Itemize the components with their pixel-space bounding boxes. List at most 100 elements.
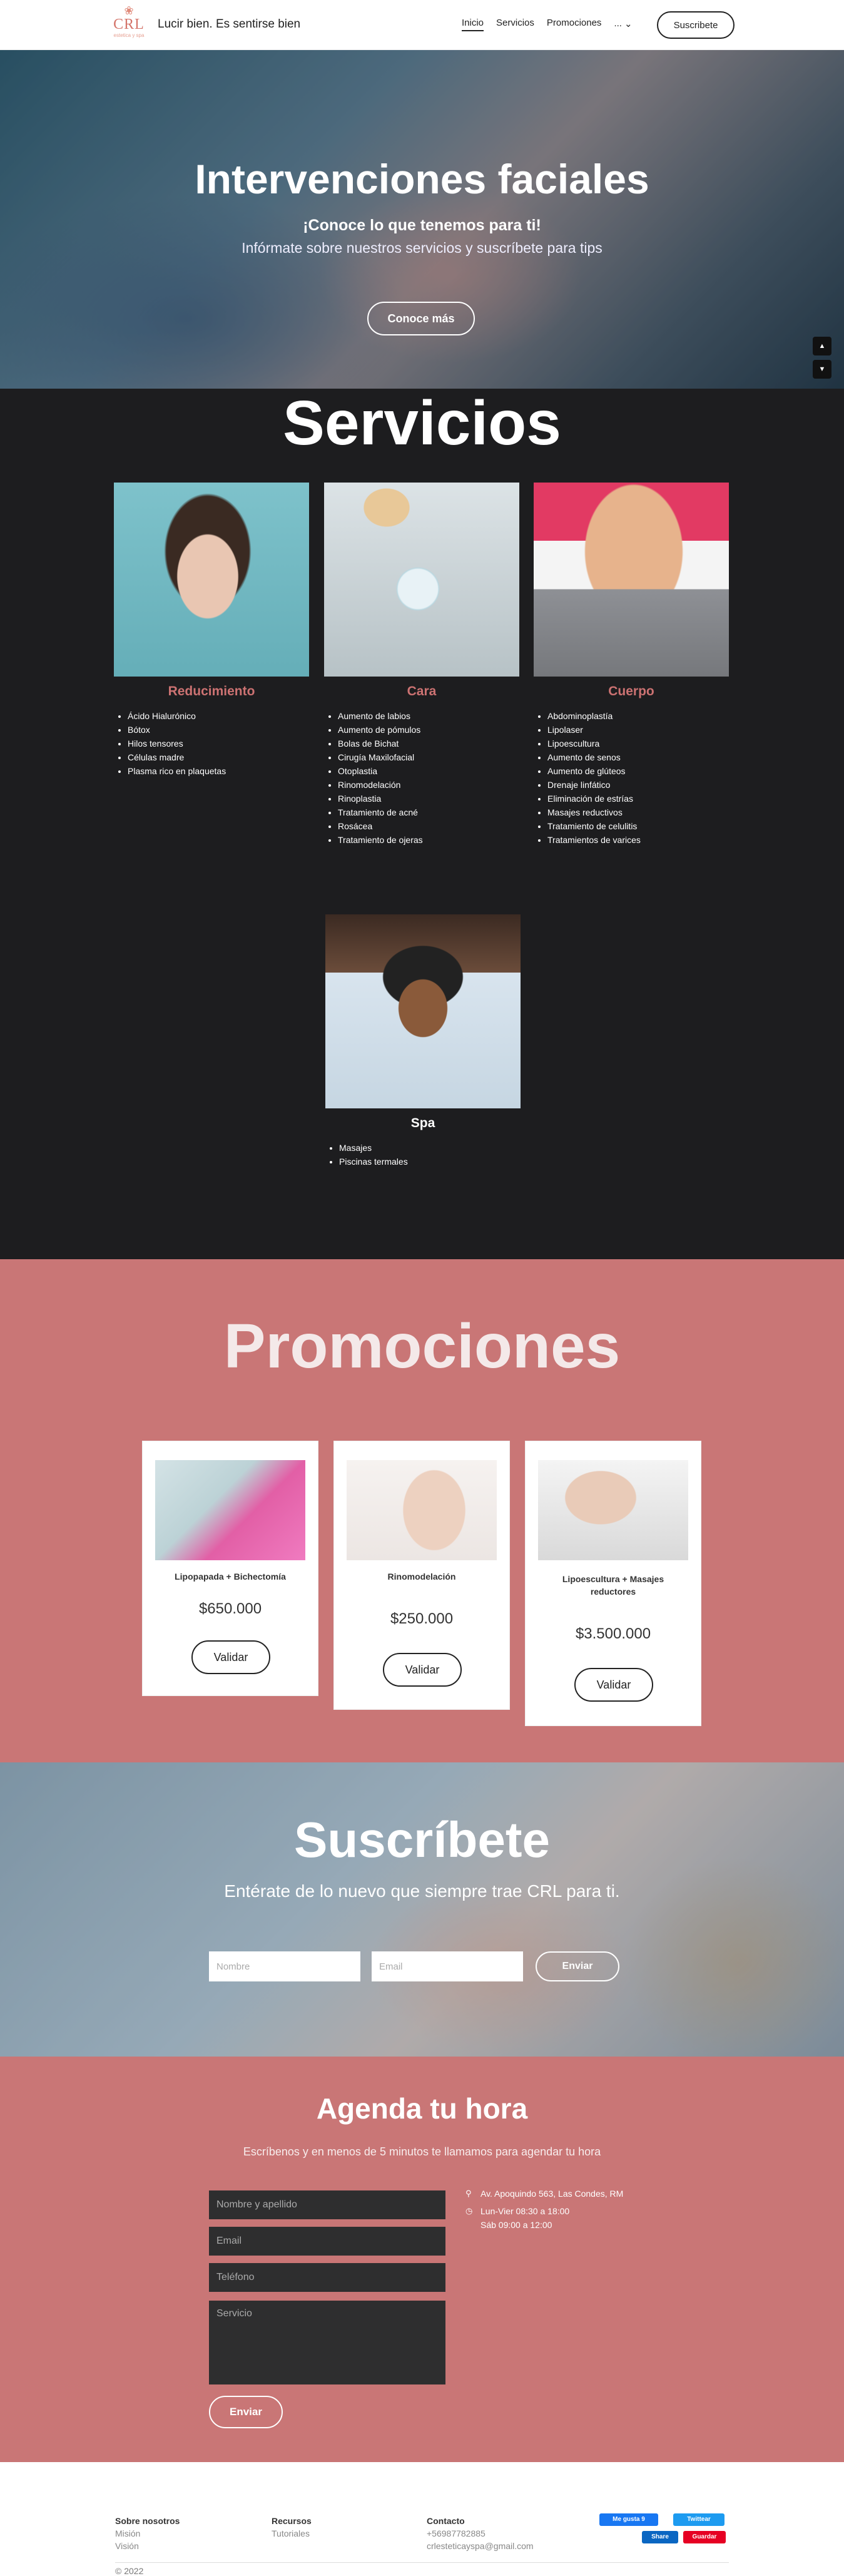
pinterest-save-button[interactable]: Guardar — [683, 2531, 726, 2543]
service-field[interactable] — [209, 2301, 445, 2384]
promo-price: $650.000 — [198, 1600, 262, 1617]
validar-button[interactable]: Validar — [574, 1668, 653, 1702]
email-field[interactable] — [209, 2227, 445, 2256]
slogan: Lucir bien. Es sentirse bien — [158, 18, 301, 31]
promo-image — [538, 1460, 688, 1560]
contact-info: ⚲ Av. Apoquindo 563, Las Condes, RM ◷ Lu… — [465, 2187, 623, 2236]
service-name: Cuerpo — [608, 684, 654, 698]
brand-sub: estetica y spa — [113, 33, 145, 38]
list-item: Drenaje linfático — [547, 778, 729, 792]
list-item: Bótox — [128, 723, 309, 737]
nav-link-promociones[interactable]: Promociones — [547, 18, 602, 31]
conoce-mas-button[interactable]: Conoce más — [367, 302, 475, 335]
lotus-icon: ❀ — [124, 4, 134, 17]
footer-phone[interactable]: +56987782885 — [427, 2527, 534, 2540]
service-name: Cara — [407, 684, 437, 698]
carousel-next-icon[interactable]: ▼ — [813, 360, 831, 379]
list-item: Rinoplastia — [338, 792, 519, 805]
promo-price: $3.500.000 — [575, 1625, 651, 1642]
nav-link-inicio[interactable]: Inicio — [462, 18, 484, 31]
promo-name: Lipoescultura + Masajes reductores — [562, 1574, 664, 1597]
service-list: Abdominoplastía Lipolaser Lipoescultura … — [534, 709, 729, 847]
list-item: Hilos tensores — [128, 737, 309, 750]
phone-field[interactable] — [209, 2263, 445, 2292]
validar-button[interactable]: Validar — [383, 1653, 462, 1687]
footer-email[interactable]: crlesteticayspa@gmail.com — [427, 2540, 534, 2552]
footer-heading: Contacto — [427, 2516, 465, 2526]
agenda-subtitle: Escríbenos y en menos de 5 minutos te ll… — [243, 2145, 601, 2158]
list-item: Aumento de senos — [547, 750, 729, 764]
list-item: Ácido Hialurónico — [128, 709, 309, 723]
list-item: Aumento de labios — [338, 709, 519, 723]
subscribe-send-button[interactable]: Enviar — [536, 1951, 619, 1981]
service-list: Aumento de labios Aumento de pómulos Bol… — [324, 709, 519, 847]
list-item: Abdominoplastía — [547, 709, 729, 723]
nav-more-dropdown[interactable]: ... ⌄ — [614, 18, 632, 31]
list-item: Otoplastia — [338, 764, 519, 778]
hero-title: Intervenciones faciales — [195, 156, 649, 202]
subscribe-name-field[interactable] — [209, 1951, 360, 1981]
linkedin-share-button[interactable]: Share — [642, 2531, 678, 2543]
servicios-title: Servicios — [283, 388, 561, 458]
footer-contact: Contacto +56987782885 crlesteticayspa@gm… — [427, 2515, 534, 2552]
nav-link-servicios[interactable]: Servicios — [496, 18, 534, 31]
list-item: Células madre — [128, 750, 309, 764]
hero-subtitle: ¡Conoce lo que tenemos para ti! — [303, 217, 541, 234]
suscribete-title: Suscríbete — [293, 1812, 551, 1868]
promo-image — [347, 1460, 497, 1560]
hours-row: ◷ Lun-Vier 08:30 a 18:00 Sáb 09:00 a 12:… — [465, 2204, 623, 2232]
service-card-cara: Cara Aumento de labios Aumento de pómulo… — [324, 483, 519, 847]
list-item: Aumento de glúteos — [547, 764, 729, 778]
brand-logo[interactable]: ❀ CRL estetica y spa — [110, 5, 148, 45]
footer-link-mision[interactable]: Misión — [115, 2527, 180, 2540]
name-field[interactable] — [209, 2190, 445, 2219]
service-card-spa: Spa Masajes Piscinas termales — [325, 914, 521, 1168]
carousel-prev-icon[interactable]: ▲ — [813, 337, 831, 355]
clock-icon: ◷ — [465, 2206, 473, 2216]
footer-divider — [115, 2562, 729, 2563]
list-item: Rinomodelación — [338, 778, 519, 792]
facebook-like-button[interactable]: Me gusta 9 — [599, 2513, 658, 2526]
service-list: Ácido Hialurónico Bótox Hilos tensores C… — [114, 709, 309, 778]
promo-card: Lipoescultura + Masajes reductores $3.50… — [525, 1441, 701, 1726]
suscribete-subtitle: Entérate de lo nuevo que siempre trae CR… — [224, 1881, 620, 1901]
service-list: Masajes Piscinas termales — [325, 1141, 521, 1168]
servicios-section: Servicios Reducimiento Ácido Hialurónico… — [0, 389, 844, 1259]
agenda-title: Agenda tu hora — [316, 2092, 528, 2125]
list-item: Tratamiento de celulitis — [547, 819, 729, 833]
validar-button[interactable]: Validar — [191, 1640, 270, 1674]
footer-link-tutoriales[interactable]: Tutoriales — [272, 2527, 312, 2540]
promo-card: Rinomodelación $250.000 Validar — [333, 1441, 510, 1710]
service-name: Spa — [410, 1116, 435, 1130]
suscribete-section: Suscríbete Entérate de lo nuevo que siem… — [0, 1762, 844, 2057]
list-item: Lipolaser — [547, 723, 729, 737]
footer-heading: Recursos — [272, 2516, 312, 2526]
service-image — [534, 483, 729, 677]
service-name: Reducimiento — [168, 684, 255, 698]
list-item: Tratamiento de ojeras — [338, 833, 519, 847]
subscribe-button[interactable]: Suscribete — [657, 11, 735, 39]
navbar: ❀ CRL estetica y spa Lucir bien. Es sent… — [0, 0, 844, 50]
list-item: Bolas de Bichat — [338, 737, 519, 750]
service-image — [325, 914, 521, 1108]
subscribe-email-field[interactable] — [372, 1951, 523, 1981]
agenda-send-button[interactable]: Enviar — [209, 2396, 283, 2428]
location-pin-icon: ⚲ — [465, 2189, 472, 2198]
service-image — [114, 483, 309, 677]
footer-link-vision[interactable]: Visión — [115, 2540, 180, 2552]
hero-carousel: Intervenciones faciales ¡Conoce lo que t… — [0, 50, 844, 389]
service-card-cuerpo: Cuerpo Abdominoplastía Lipolaser Lipoesc… — [534, 483, 729, 847]
footer: Sobre nosotros Misión Visión Recursos Tu… — [0, 2462, 844, 2576]
nav-more-label: ... — [614, 18, 622, 29]
brand-mark: CRL — [113, 16, 145, 33]
list-item: Masajes — [339, 1141, 521, 1155]
promo-price: $250.000 — [390, 1610, 454, 1627]
address-row: ⚲ Av. Apoquindo 563, Las Condes, RM — [465, 2187, 623, 2200]
agenda-section: Agenda tu hora Escríbenos y en menos de … — [0, 2057, 844, 2462]
twitter-tweet-button[interactable]: Twittear — [673, 2513, 725, 2526]
hero-description: Infórmate sobre nuestros servicios y sus… — [242, 240, 602, 256]
list-item: Aumento de pómulos — [338, 723, 519, 737]
list-item: Rosácea — [338, 819, 519, 833]
address-text: Av. Apoquindo 563, Las Condes, RM — [480, 2189, 624, 2199]
hours-weekday: Lun-Vier 08:30 a 18:00 — [480, 2206, 570, 2216]
